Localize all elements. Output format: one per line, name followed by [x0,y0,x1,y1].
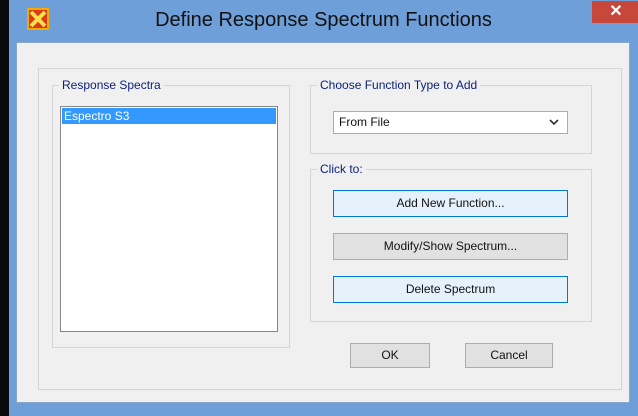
background-edge [0,0,9,416]
function-type-value: From File [339,115,390,129]
response-spectra-legend: Response Spectra [62,78,161,92]
function-type-legend: Choose Function Type to Add [320,78,478,92]
modify-show-spectrum-button[interactable]: Modify/Show Spectrum... [333,233,568,260]
function-type-select[interactable]: From File [333,111,568,134]
close-icon: ✕ [609,3,623,20]
close-button[interactable]: ✕ [592,1,638,23]
response-spectra-list[interactable]: Espectro S3 [60,106,278,332]
click-to-legend: Click to: [320,162,363,176]
window-title: Define Response Spectrum Functions [155,9,492,31]
cancel-button[interactable]: Cancel [465,343,553,368]
title-bar[interactable]: Define Response Spectrum Functions ✕ [9,0,638,42]
add-new-function-button[interactable]: Add New Function... [333,190,568,217]
chevron-down-icon [549,112,559,140]
delete-spectrum-button[interactable]: Delete Spectrum [333,276,568,303]
list-item[interactable]: Espectro S3 [62,108,276,124]
ok-button[interactable]: OK [350,343,430,368]
